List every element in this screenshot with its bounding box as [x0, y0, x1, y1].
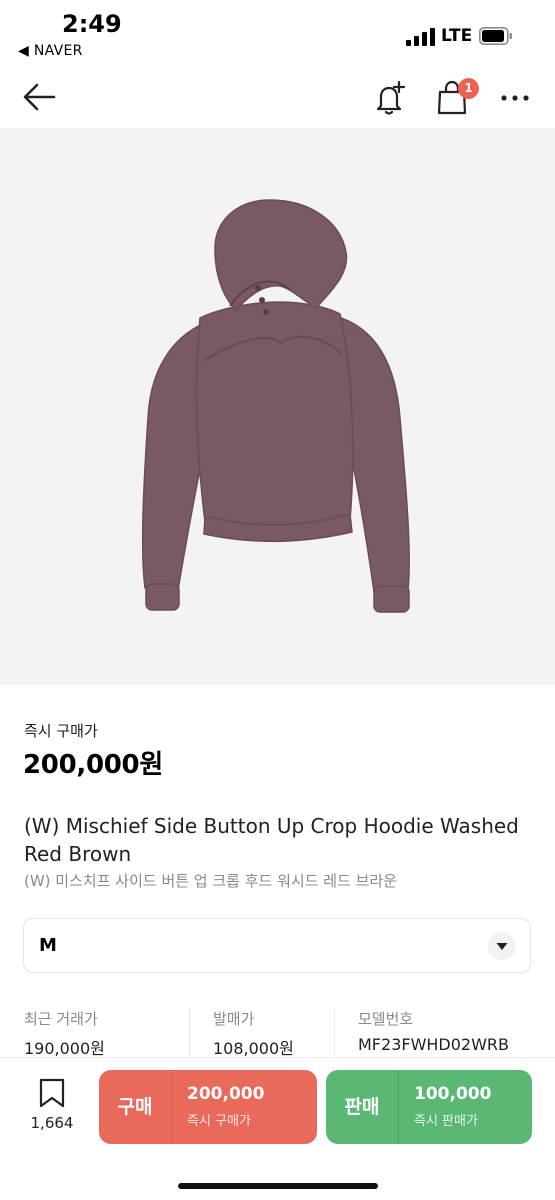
size-selector[interactable]: M — [23, 918, 531, 973]
sell-button-sublabel: 즉시 판매가 — [414, 1114, 478, 1129]
more-options-icon[interactable] — [500, 88, 530, 108]
model-number: 모델번호 MF23FWHD02WRB — [358, 1008, 548, 1058]
network-type: LTE — [441, 26, 473, 46]
info-divider — [334, 1008, 335, 1056]
info-label: 최근 거래가 — [24, 1010, 98, 1028]
buy-button-sublabel: 즉시 구매가 — [187, 1114, 251, 1129]
back-arrow-icon[interactable] — [20, 80, 58, 114]
instant-buy-price-label: 즉시 구매가 — [24, 722, 98, 740]
buy-button-label: 구매 — [117, 1096, 153, 1118]
status-bar: 2:49 ◀ NAVER LTE — [0, 0, 555, 66]
battery-icon — [479, 27, 512, 45]
price-alert-bell-icon[interactable] — [372, 80, 408, 116]
info-value: 108,000원 — [213, 1039, 294, 1058]
sell-button[interactable]: 판매 100,000 즉시 판매가 — [326, 1070, 532, 1144]
cellular-signal-icon — [406, 28, 435, 46]
wishlist-button[interactable]: 1,664 — [25, 1078, 79, 1138]
selected-size: M — [39, 935, 57, 956]
info-divider — [189, 1008, 190, 1056]
wishlist-count: 1,664 — [30, 1114, 74, 1132]
cart-count-badge: 1 — [458, 78, 479, 99]
instant-buy-price: 200,000원 — [23, 750, 163, 780]
buy-button[interactable]: 구매 200,000 즉시 구매가 — [99, 1070, 317, 1144]
button-divider — [171, 1070, 172, 1144]
sell-button-price: 100,000 — [414, 1084, 492, 1104]
product-name-ko: (W) 미스치프 사이드 버튼 업 크롭 후드 워시드 레드 브라운 — [24, 872, 398, 890]
info-label: 모델번호 — [358, 1010, 414, 1028]
info-label: 발매가 — [213, 1010, 255, 1028]
product-image[interactable] — [0, 128, 555, 685]
dropdown-arrow-icon — [488, 932, 516, 960]
sell-button-label: 판매 — [344, 1096, 380, 1118]
home-indicator — [178, 1183, 378, 1189]
recent-trade-price: 최근 거래가 190,000원 — [24, 1008, 189, 1058]
status-time: 2:49 — [62, 10, 122, 38]
bottom-action-bar: 1,664 구매 200,000 즉시 구매가 판매 100,000 즉시 판매… — [0, 1057, 555, 1200]
product-name-en: (W) Mischief Side Button Up Crop Hoodie … — [24, 814, 519, 866]
bookmark-icon — [39, 1078, 65, 1108]
back-to-app-link[interactable]: ◀ NAVER — [18, 43, 83, 59]
release-price: 발매가 108,000원 — [213, 1008, 333, 1058]
buy-button-price: 200,000 — [187, 1084, 265, 1104]
hoodie-icon — [141, 199, 410, 613]
button-divider — [398, 1070, 399, 1144]
info-value: MF23FWHD02WRB — [358, 1035, 510, 1054]
info-value: 190,000원 — [24, 1039, 105, 1058]
